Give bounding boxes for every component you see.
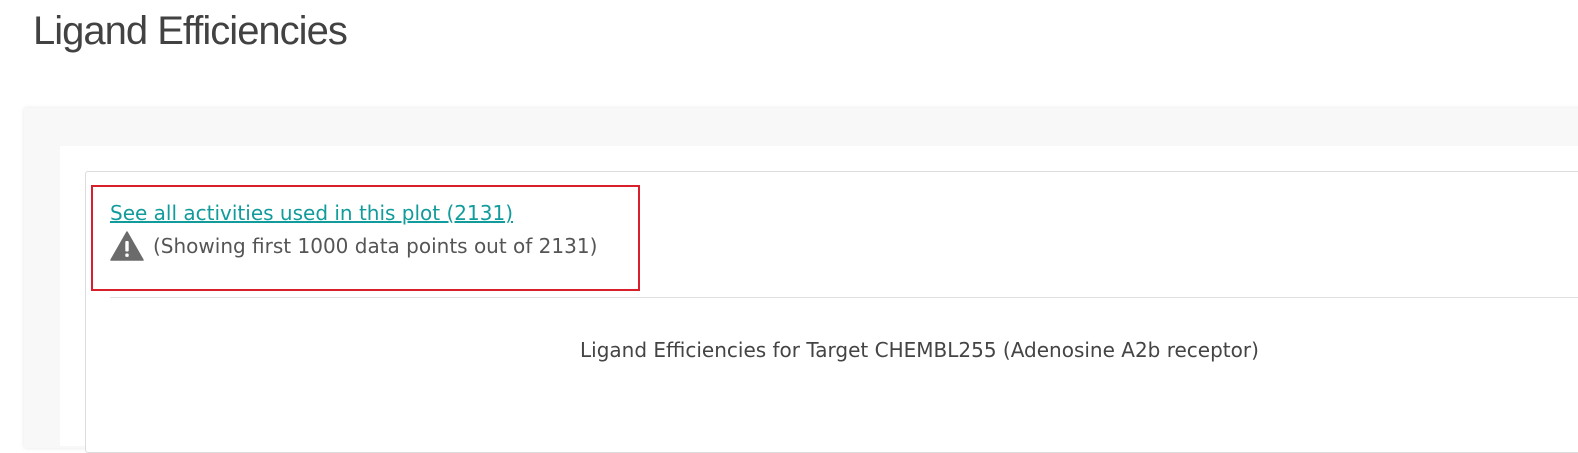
data-points-warning: (Showing first 1000 data points out of 2… bbox=[110, 231, 597, 261]
warning-triangle-icon bbox=[110, 231, 144, 261]
see-all-activities-link[interactable]: See all activities used in this plot (21… bbox=[110, 199, 513, 227]
plot-title: Ligand Efficiencies for Target CHEMBL255… bbox=[580, 338, 1259, 362]
divider bbox=[110, 297, 1578, 298]
page-title: Ligand Efficiencies bbox=[33, 9, 348, 53]
warning-text: (Showing first 1000 data points out of 2… bbox=[153, 234, 598, 258]
